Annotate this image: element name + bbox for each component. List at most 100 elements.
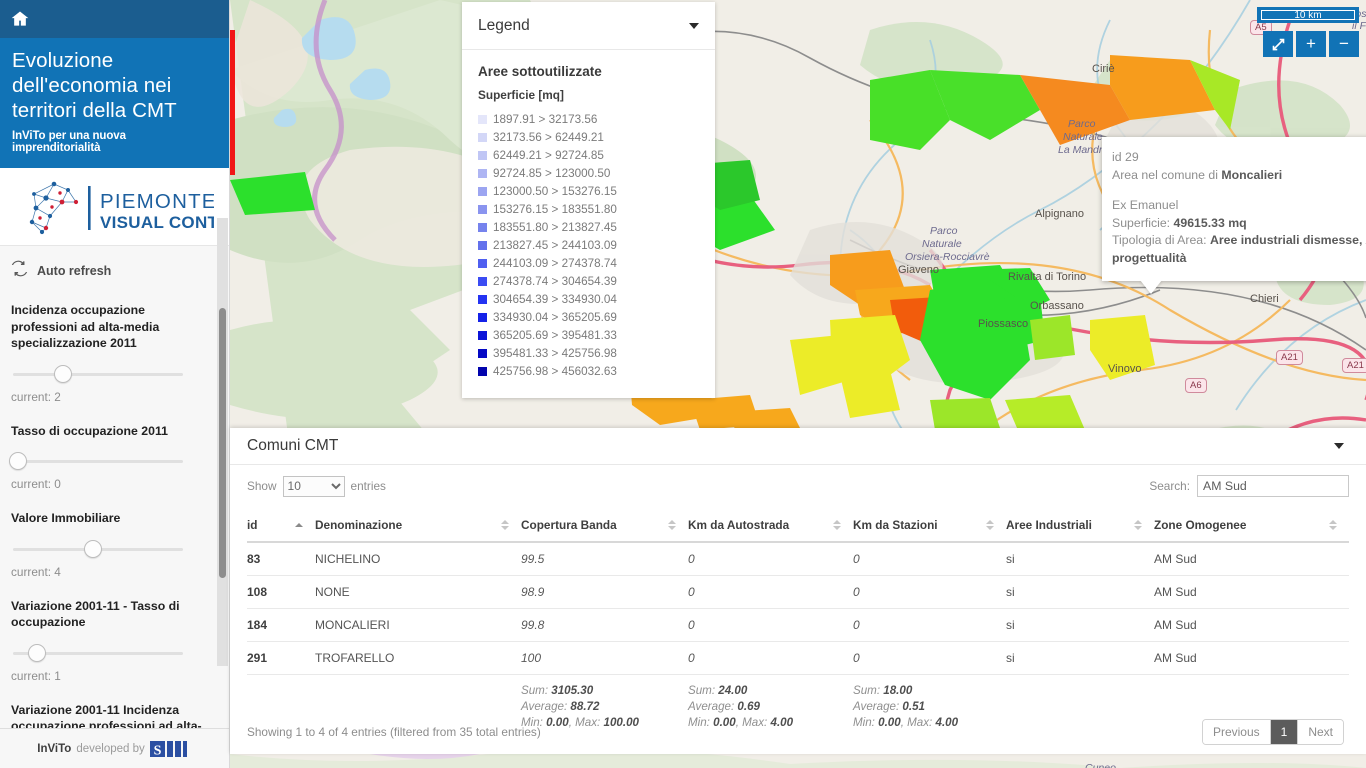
table-row[interactable]: 83NICHELINO99.500siAM Sud xyxy=(247,542,1349,576)
popup-tipologia-prefix: Tipologia di Area: xyxy=(1112,233,1210,247)
chevron-down-icon[interactable] xyxy=(1334,443,1344,449)
legend-class-label: 213827.45 > 244103.09 xyxy=(493,239,617,252)
slider-current-value: current: 2 xyxy=(11,390,213,404)
sidebar-topbar xyxy=(0,0,229,38)
legend-class-row: 395481.33 > 425756.98 xyxy=(478,344,699,362)
slider-incidenza-occupazione-2011[interactable] xyxy=(13,363,183,385)
slider-handle[interactable] xyxy=(54,365,72,383)
cell-km-stazioni: 0 xyxy=(853,609,1006,642)
sit-logo: S xyxy=(150,739,192,759)
cell-copertura-banda: 99.8 xyxy=(521,609,688,642)
sidebar-scrollbar-thumb[interactable] xyxy=(219,308,226,578)
col-header-denominazione[interactable]: Denominazione xyxy=(315,509,521,542)
cell-denominazione: MONCALIERI xyxy=(315,609,521,642)
home-icon[interactable] xyxy=(10,9,30,29)
slider-current-value: current: 0 xyxy=(11,477,213,491)
col-header-km-stazioni[interactable]: Km da Stazioni xyxy=(853,509,1006,542)
cell-id: 184 xyxy=(247,609,315,642)
sort-icon[interactable] xyxy=(986,520,994,530)
col-header-id[interactable]: id xyxy=(247,509,315,542)
page-subtitle: InViTo per una nuova imprenditorialità xyxy=(12,130,217,154)
col-header-zone-omogenee[interactable]: Zone Omogenee xyxy=(1154,509,1349,542)
cell-aree-industriali: si xyxy=(1006,542,1154,576)
sort-icon[interactable] xyxy=(833,520,841,530)
slider-label: Valore Immobiliare xyxy=(11,510,213,527)
col-label: Aree Industriali xyxy=(1006,518,1092,532)
col-header-aree-industriali[interactable]: Aree Industriali xyxy=(1006,509,1154,542)
cell-id: 108 xyxy=(247,576,315,609)
cell-denominazione: NONE xyxy=(315,576,521,609)
col-header-km-autostrada[interactable]: Km da Autostrada xyxy=(688,509,853,542)
slider-group-2: Valore Immobiliare current: 4 xyxy=(11,510,213,579)
slider-handle[interactable] xyxy=(84,540,102,558)
sort-icon[interactable] xyxy=(668,520,676,530)
cell-aree-industriali: si xyxy=(1006,576,1154,609)
sidebar-scrollbar[interactable] xyxy=(217,218,228,666)
legend-class-label: 123000.50 > 153276.15 xyxy=(493,185,617,198)
col-header-copertura-banda[interactable]: Copertura Banda xyxy=(521,509,688,542)
sort-icon[interactable] xyxy=(1329,520,1337,530)
legend-color-swatch xyxy=(478,331,487,340)
legend-class-row: 92724.85 > 123000.50 xyxy=(478,164,699,182)
table-panel-title: Comuni CMT xyxy=(247,437,338,455)
table-row[interactable]: 291TROFARELLO10000siAM Sud xyxy=(247,642,1349,675)
cell-aree-industriali: si xyxy=(1006,609,1154,642)
slider-handle[interactable] xyxy=(9,452,27,470)
legend-class-label: 304654.39 > 334930.04 xyxy=(493,293,617,306)
sort-icon[interactable] xyxy=(1134,520,1142,530)
popup-superficie-prefix: Superficie: xyxy=(1112,216,1174,230)
slider-variazione-tasso-occupazione[interactable] xyxy=(13,642,183,664)
slider-tasso-occupazione-2011[interactable] xyxy=(13,450,183,472)
table-footer: Showing 1 to 4 of 4 entries (filtered fr… xyxy=(230,710,1366,754)
table-search: Search: xyxy=(1149,475,1349,497)
page-length-select[interactable]: 102550100 xyxy=(283,476,345,497)
legend-color-swatch xyxy=(478,241,487,250)
popup-pointer xyxy=(1140,280,1162,294)
pagination-page-1[interactable]: 1 xyxy=(1271,720,1299,744)
footer-brand: InViTo xyxy=(37,743,71,755)
legend-color-swatch xyxy=(478,223,487,232)
summary-sum: Sum: 18.00 xyxy=(853,683,1006,699)
sort-icon[interactable] xyxy=(295,523,303,527)
slider-handle[interactable] xyxy=(28,644,46,662)
legend-color-swatch xyxy=(478,295,487,304)
popup-comune-line: Area nel comune di Moncalieri xyxy=(1112,167,1366,185)
piemonte-visual-contest-logo: PIEMONTE VISUAL CONTEST xyxy=(16,176,214,238)
logo-primary-text: PIEMONTE xyxy=(100,190,214,213)
pagination-previous[interactable]: Previous xyxy=(1203,720,1271,744)
legend-class-label: 365205.69 > 395481.33 xyxy=(493,329,617,342)
cell-km-stazioni: 0 xyxy=(853,576,1006,609)
col-label: Km da Stazioni xyxy=(853,518,938,532)
slider-group-1: Tasso di occupazione 2011 current: 0 xyxy=(11,423,213,492)
cell-id: 291 xyxy=(247,642,315,675)
fullscreen-button[interactable] xyxy=(1263,31,1293,57)
pagination-next[interactable]: Next xyxy=(1298,720,1343,744)
legend-panel: Legend Aree sottoutilizzate Superficie [… xyxy=(462,2,715,398)
table-panel-header[interactable]: Comuni CMT xyxy=(230,428,1366,465)
auto-refresh-toggle[interactable]: Auto refresh xyxy=(11,260,213,282)
legend-class-label: 153276.15 > 183551.80 xyxy=(493,203,617,216)
sort-icon[interactable] xyxy=(501,520,509,530)
cell-copertura-banda: 100 xyxy=(521,642,688,675)
cell-km-autostrada: 0 xyxy=(688,576,853,609)
cell-id: 83 xyxy=(247,542,315,576)
legend-class-row: 153276.15 > 183551.80 xyxy=(478,200,699,218)
summary-sum: Sum: 24.00 xyxy=(688,683,853,699)
cell-zone-omogenee: AM Sud xyxy=(1154,576,1349,609)
slider-valore-immobiliare[interactable] xyxy=(13,538,183,560)
legend-panel-header[interactable]: Legend xyxy=(462,2,715,50)
search-input[interactable] xyxy=(1197,475,1349,497)
table-row[interactable]: 184MONCALIERI99.800siAM Sud xyxy=(247,609,1349,642)
table-row[interactable]: 108NONE98.900siAM Sud xyxy=(247,576,1349,609)
legend-class-label: 32173.56 > 62449.21 xyxy=(493,131,604,144)
table-panel: Comuni CMT Show 102550100 entries Search… xyxy=(230,428,1366,754)
chevron-down-icon[interactable] xyxy=(689,23,699,29)
zoom-in-button[interactable]: + xyxy=(1296,31,1326,57)
zoom-out-button[interactable]: − xyxy=(1329,31,1359,57)
legend-color-swatch xyxy=(478,313,487,322)
entries-label: entries xyxy=(351,479,386,493)
legend-class-row: 32173.56 > 62449.21 xyxy=(478,128,699,146)
map-feature-popup: ✖ id 29 Area nel comune di Moncalieri Ex… xyxy=(1102,137,1366,281)
legend-color-swatch xyxy=(478,349,487,358)
slider-current-value: current: 1 xyxy=(11,669,213,683)
